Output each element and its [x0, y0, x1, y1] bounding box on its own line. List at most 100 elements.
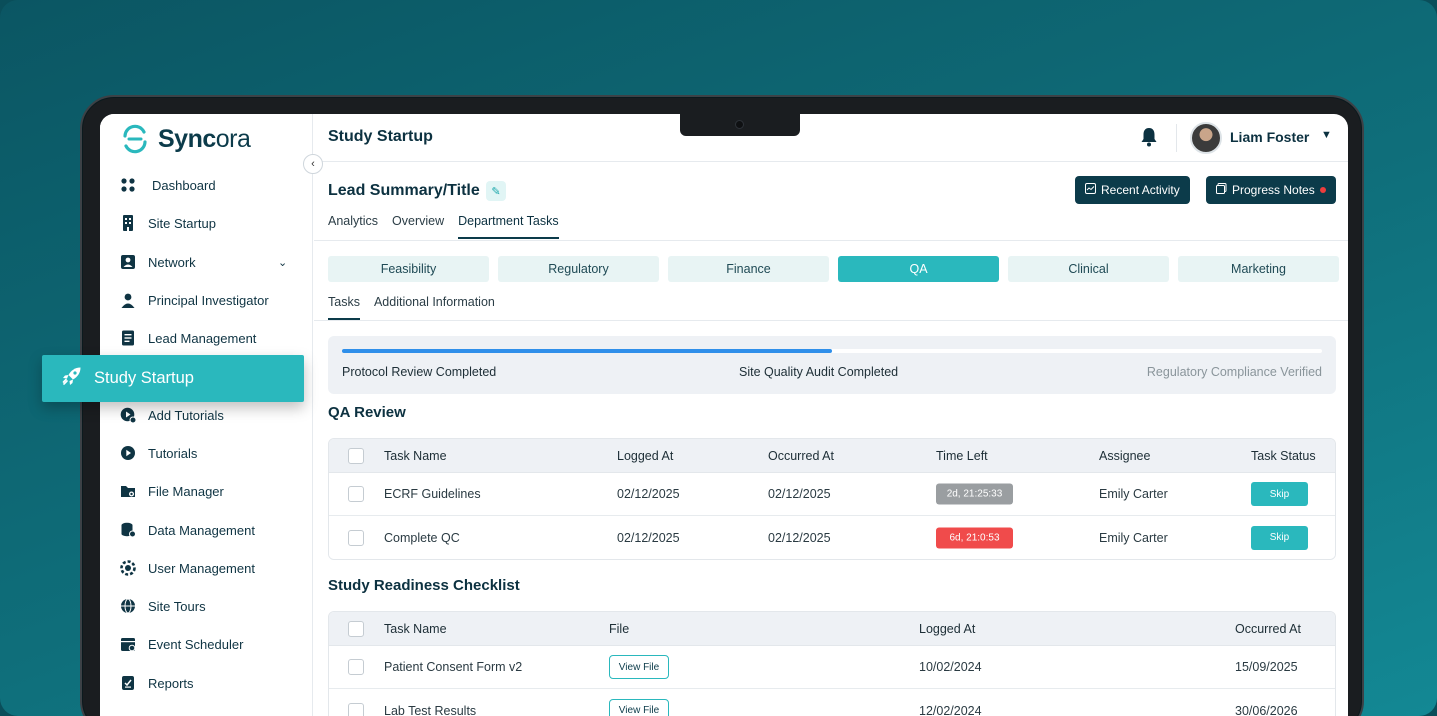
chevron-down-icon[interactable]: ▼ [1321, 129, 1332, 141]
progress-track [342, 349, 1322, 353]
logged-at: 02/12/2025 [617, 530, 680, 545]
assignee: Emily Carter [1099, 487, 1168, 501]
dept-tab-qa[interactable]: QA [838, 256, 999, 282]
time-left-badge: 2d, 21:25:33 [936, 483, 1013, 505]
row-checkbox[interactable] [348, 529, 364, 546]
col-occurred-at: Occurred At [1235, 621, 1301, 636]
syncora-logo-icon [123, 124, 147, 154]
sidebar-item-label: Site Startup [148, 215, 216, 231]
select-all-checkbox[interactable] [348, 620, 364, 637]
topbar: Study Startup Liam Foster ▼ [314, 114, 1348, 162]
recent-activity-label: Recent Activity [1101, 183, 1180, 197]
view-file-button[interactable]: View File [609, 655, 669, 679]
logo[interactable]: Syncora [120, 124, 251, 154]
divider [314, 320, 1348, 321]
dept-tab-finance[interactable]: Finance [668, 256, 829, 282]
time-left-badge: 6d, 21:0:53 [936, 527, 1013, 548]
task-name: Complete QC [384, 530, 460, 545]
progress-notes-label: Progress Notes [1232, 183, 1315, 197]
camera-icon [735, 120, 744, 129]
sidebar-item-tutorials[interactable]: Tutorials [120, 442, 197, 464]
table-row[interactable]: Patient Consent Form v2 View File 10/02/… [329, 646, 1335, 689]
avatar[interactable] [1190, 122, 1222, 154]
dept-tab-feasibility[interactable]: Feasibility [328, 256, 489, 282]
play-icon [120, 445, 136, 461]
skip-button[interactable]: Skip [1251, 525, 1308, 550]
dept-tab-clinical[interactable]: Clinical [1008, 256, 1169, 282]
sidebar-item-event-scheduler[interactable]: Event Scheduler [120, 633, 243, 655]
department-tabs: Feasibility Regulatory Finance QA Clinic… [328, 256, 1339, 282]
sidebar-item-label: Principal Investigator [148, 292, 269, 308]
col-occurred-at: Occurred At [768, 448, 834, 463]
user-name[interactable]: Liam Foster [1230, 129, 1309, 145]
tab-department-tasks[interactable]: Department Tasks [458, 214, 559, 239]
dept-tab-marketing[interactable]: Marketing [1178, 256, 1339, 282]
view-file-button[interactable]: View File [609, 698, 669, 716]
sidebar-item-label: Tutorials [148, 445, 198, 461]
skip-button[interactable]: Skip [1251, 482, 1308, 506]
row-checkbox[interactable] [348, 486, 364, 502]
logged-at: 10/02/2024 [919, 660, 982, 674]
tab-tasks[interactable]: Tasks [328, 295, 360, 320]
task-name: ECRF Guidelines [384, 487, 481, 501]
sidebar-item-label: Add Tutorials [148, 407, 224, 423]
sidebar-item-label: Reports [148, 675, 194, 691]
logged-at: 02/12/2025 [617, 487, 680, 501]
network-icon [120, 254, 136, 270]
sidebar-item-study-startup[interactable]: Study Startup [42, 355, 304, 402]
sidebar-item-data-management[interactable]: Data Management [120, 519, 255, 541]
select-all-checkbox[interactable] [348, 447, 364, 464]
sidebar: Syncora Dashboard Site Startup Network ⌄… [100, 114, 313, 716]
col-task-name: Task Name [384, 448, 447, 463]
col-time-left: Time Left [936, 448, 988, 463]
table-header: Task Name Logged At Occurred At Time Lef… [329, 439, 1335, 473]
col-task-status: Task Status [1251, 448, 1316, 463]
edit-button[interactable]: ✎ [486, 181, 506, 201]
tab-overview[interactable]: Overview [392, 214, 444, 239]
chevron-down-icon[interactable]: ⌄ [278, 256, 287, 269]
bell-icon[interactable] [1140, 127, 1158, 147]
col-task-name: Task Name [384, 621, 447, 636]
progress-step-3: Regulatory Compliance Verified [1146, 365, 1322, 379]
occurred-at: 30/06/2026 [1235, 703, 1298, 716]
sidebar-item-label: Study Startup [94, 369, 194, 387]
sidebar-item-file-manager[interactable]: File Manager [120, 480, 224, 502]
sidebar-item-user-management[interactable]: User Management [120, 557, 255, 579]
row-checkbox[interactable] [348, 702, 364, 716]
sidebar-item-label: Event Scheduler [148, 636, 244, 652]
progress-notes-button[interactable]: Progress Notes [1206, 176, 1336, 204]
tab-analytics[interactable]: Analytics [328, 214, 378, 239]
sidebar-item-dashboard[interactable]: Dashboard [120, 174, 216, 196]
globe-icon [120, 598, 136, 614]
progress-card: Protocol Review Completed Site Quality A… [328, 336, 1336, 394]
dept-tab-regulatory[interactable]: Regulatory [498, 256, 659, 282]
task-name: Lab Test Results [384, 703, 477, 716]
tab-additional-information[interactable]: Additional Information [374, 295, 495, 320]
sidebar-item-label: File Manager [148, 483, 224, 499]
add-video-icon [120, 407, 136, 423]
sidebar-item-reports[interactable]: Reports [120, 672, 194, 694]
sidebar-item-label: Network [148, 254, 196, 270]
table-row[interactable]: Lab Test Results View File 12/02/2024 30… [329, 689, 1335, 716]
logged-at: 12/02/2024 [919, 703, 982, 716]
divider [1176, 124, 1177, 152]
sidebar-collapse-button[interactable]: ‹ [303, 154, 323, 174]
sidebar-item-network[interactable]: Network ⌄ [120, 251, 300, 273]
sidebar-item-lead-management[interactable]: Lead Management [120, 327, 256, 349]
sidebar-item-add-tutorials[interactable]: Add Tutorials [120, 404, 224, 426]
col-assignee: Assignee [1099, 448, 1151, 463]
sidebar-item-principal-investigator[interactable]: Principal Investigator [120, 289, 269, 311]
activity-icon [1085, 183, 1096, 197]
checklist-table: Task Name File Logged At Occurred At Pat… [328, 611, 1336, 716]
occurred-at: 15/09/2025 [1235, 660, 1298, 674]
table-row[interactable]: Complete QC 02/12/2025 02/12/2025 6d, 21… [329, 516, 1335, 559]
divider [314, 240, 1348, 241]
sidebar-item-label: Dashboard [152, 177, 216, 193]
sidebar-item-site-startup[interactable]: Site Startup [120, 212, 216, 234]
report-icon [120, 675, 136, 691]
recent-activity-button[interactable]: Recent Activity [1075, 176, 1190, 204]
sidebar-item-label: User Management [148, 560, 255, 576]
sidebar-item-site-tours[interactable]: Site Tours [120, 595, 206, 617]
table-row[interactable]: ECRF Guidelines 02/12/2025 02/12/2025 2d… [329, 473, 1335, 516]
row-checkbox[interactable] [348, 659, 364, 675]
